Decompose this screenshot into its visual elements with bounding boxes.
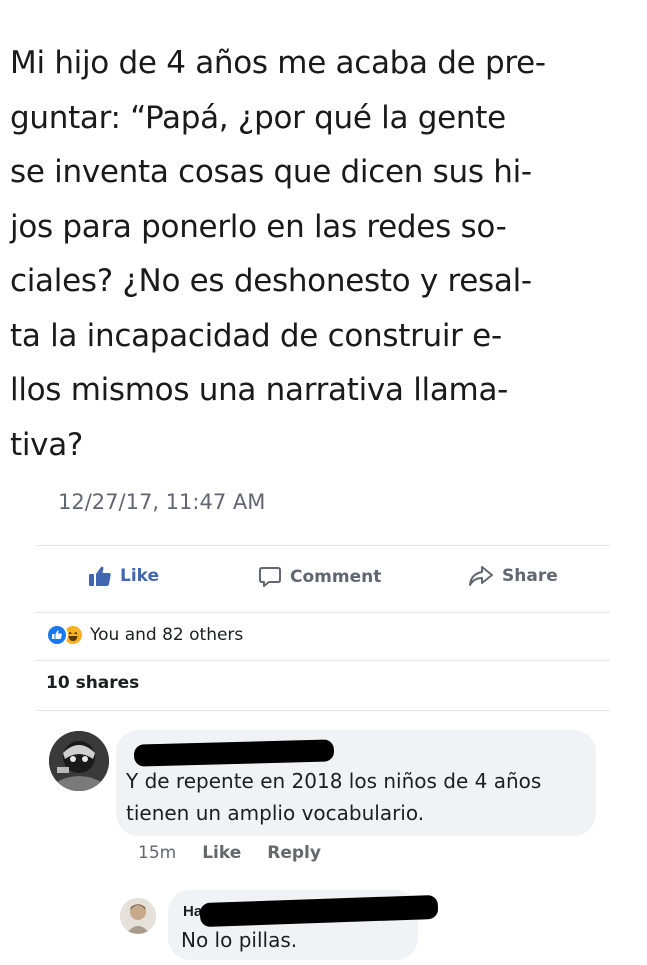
post-line: jos para ponerlo en las redes so- xyxy=(10,208,507,245)
comment-line: Y de repente en 2018 los niños de 4 años xyxy=(126,769,542,793)
comment-button[interactable]: Comment xyxy=(258,565,381,589)
thumbs-up-icon xyxy=(89,566,111,586)
post-actions: Like Comment Share xyxy=(0,565,647,597)
comment-label: Comment xyxy=(290,567,382,587)
comment-line: tienen un amplio vocabulario. xyxy=(126,801,425,825)
post-line: se inventa cosas que dicen sus hi- xyxy=(10,154,532,190)
post-text: Mi hijo de 4 años me acaba de pre- gunta… xyxy=(10,36,640,472)
divider xyxy=(36,545,610,546)
comment-time[interactable]: 15m xyxy=(138,843,176,863)
divider xyxy=(36,660,610,661)
share-label: Share xyxy=(502,566,558,586)
comment-text: Y de repente en 2018 los niños de 4 años… xyxy=(126,765,596,829)
shares-count[interactable]: 10 shares xyxy=(46,673,139,693)
like-button[interactable]: Like xyxy=(88,565,159,587)
post-line: ta la incapacidad de construir e- xyxy=(10,317,502,354)
like-reaction-icon xyxy=(46,624,68,646)
post-line: guntar: “Papá, ¿por qué la gente xyxy=(10,99,506,136)
post-line: tiva? xyxy=(10,426,84,463)
post-line: llos mismos una narrativa llama- xyxy=(10,372,509,408)
post-line: ciales? ¿No es deshonesto y resal- xyxy=(10,263,532,299)
like-label: Like xyxy=(120,566,160,586)
post-timestamp[interactable]: 12/27/17, 11:47 AM xyxy=(58,490,265,514)
post-line: Mi hijo de 4 años me acaba de pre- xyxy=(10,45,546,81)
divider xyxy=(36,612,610,613)
share-arrow-icon xyxy=(469,566,493,586)
comment-meta: 15m Like Reply xyxy=(138,843,321,863)
divider xyxy=(36,710,610,711)
comment-reply-button[interactable]: Reply xyxy=(267,843,321,863)
reactions-count: You and 82 others xyxy=(90,625,244,645)
comment-like-button[interactable]: Like xyxy=(202,843,241,863)
commenter-avatar[interactable] xyxy=(49,731,109,791)
share-button[interactable]: Share xyxy=(468,565,558,587)
reactions-summary[interactable]: You and 82 others xyxy=(46,624,243,646)
reply-avatar[interactable] xyxy=(120,898,156,934)
reply-text: No lo pillas. xyxy=(181,928,298,952)
comment-bubble-icon xyxy=(259,567,281,587)
